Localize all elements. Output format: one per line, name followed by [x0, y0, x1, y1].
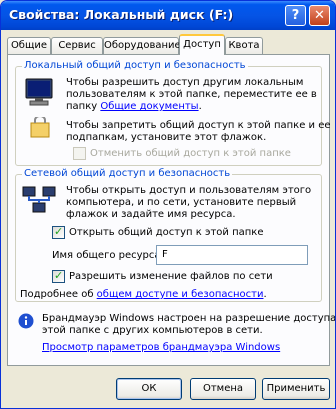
info-icon: [18, 313, 34, 332]
firewall-text-line1: Брандмауэр Windows настроен на разрешени…: [42, 313, 336, 324]
window-title: Свойства: Локальный диск (F:): [9, 7, 234, 22]
share-folder-checkbox[interactable]: [52, 225, 65, 239]
share-folder-label: Открыть общий доступ к этой папке: [69, 227, 264, 238]
network-sharing-group: Сетевой общий доступ и безопасность Чтоб…: [15, 168, 322, 302]
tab-tools[interactable]: Сервис: [51, 37, 103, 54]
allow-edit-checkbox[interactable]: [52, 269, 65, 283]
tab-general[interactable]: Общие: [7, 37, 51, 54]
ok-button[interactable]: ОК: [116, 378, 182, 400]
local-text-line4: Чтобы запретить общий доступ к этой папк…: [66, 120, 331, 131]
local-text-line3-suffix: .: [198, 101, 202, 112]
network-icon: [22, 185, 56, 218]
learn-more-text: Подробнее об общем доступе и безопасност…: [20, 289, 267, 301]
local-text-line2: пользователям к этой папке, переместите …: [66, 89, 317, 100]
shared-documents-link[interactable]: Общие документы: [100, 101, 198, 112]
local-sharing-group: Локальный общий доступ и безопасность Чт…: [15, 60, 331, 166]
disable-sharing-checkbox[interactable]: [73, 147, 86, 160]
sharing-security-link[interactable]: общем доступе и безопасности: [97, 289, 264, 300]
network-text-line2: компьютера, и по сети, установите первый: [66, 197, 297, 208]
learn-more-prefix: Подробнее об: [20, 289, 97, 300]
apply-button[interactable]: Применить: [262, 378, 330, 400]
local-sharing-title: Локальный общий доступ и безопасность: [22, 60, 248, 71]
network-text-line1: Чтобы открыть доступ и пользователям это…: [66, 185, 312, 196]
title-bar[interactable]: Свойства: Локальный диск (F:) ? ✕: [1, 1, 335, 30]
tab-strip: Общие Сервис Оборудование Доступ Квота: [7, 34, 329, 55]
local-text-line1: Чтобы разрешить доступ другим локальным: [66, 77, 304, 88]
properties-dialog: Свойства: Локальный диск (F:) ? ✕ Общие …: [0, 0, 336, 409]
tab-quota[interactable]: Квота: [225, 37, 263, 54]
local-text-line3: папку Общие документы.: [66, 101, 202, 113]
local-text-line3-prefix: папку: [66, 101, 101, 112]
firewall-settings-link[interactable]: Просмотр параметров брандмауэра Windows: [42, 342, 280, 354]
disable-sharing-label: Отменить общий доступ к этой папке: [90, 148, 291, 159]
sharing-panel: Локальный общий доступ и безопасность Чт…: [7, 54, 335, 366]
learn-more-suffix: .: [263, 289, 267, 300]
local-text-line5: подпапкам, установите этот флажок.: [66, 132, 267, 143]
help-button[interactable]: ?: [285, 5, 306, 26]
lock-folder-icon: [28, 115, 52, 142]
network-sharing-title: Сетевой общий доступ и безопасность: [22, 168, 233, 179]
share-name-input[interactable]: F: [156, 245, 308, 265]
allow-edit-label: Разрешить изменение файлов по сети: [69, 271, 273, 282]
cancel-button[interactable]: Отмена: [190, 378, 256, 400]
close-button[interactable]: ✕: [309, 5, 330, 26]
network-text-line3: флажок и задайте имя ресурса.: [66, 209, 236, 220]
tab-hardware[interactable]: Оборудование: [103, 37, 181, 54]
tab-sharing[interactable]: Доступ: [179, 34, 225, 55]
firewall-text-line2: этой папке с других компьютеров в сети.: [42, 325, 263, 336]
share-name-label: Имя общего ресурса:: [52, 250, 164, 261]
computer-icon: [24, 77, 54, 110]
